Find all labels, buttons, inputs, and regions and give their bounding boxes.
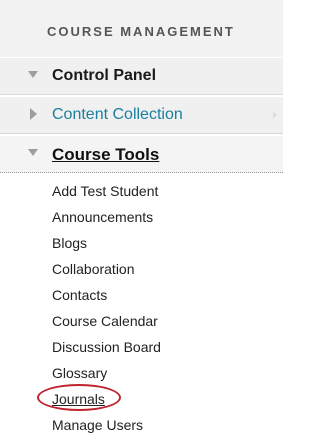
section-control-panel[interactable]: Control Panel bbox=[0, 57, 283, 95]
list-item-blogs[interactable]: Blogs bbox=[52, 230, 161, 256]
section-control-panel-label[interactable]: Control Panel bbox=[52, 67, 156, 85]
list-item-collaboration[interactable]: Collaboration bbox=[52, 256, 161, 282]
chevron-down-icon[interactable] bbox=[28, 71, 38, 78]
chevron-right-icon[interactable] bbox=[30, 108, 37, 120]
list-item-manage-users[interactable]: Manage Users bbox=[52, 412, 161, 438]
list-item-discussion-board[interactable]: Discussion Board bbox=[52, 334, 161, 360]
section-content-collection[interactable]: Content Collection bbox=[0, 96, 283, 134]
panel-header: COURSE MANAGEMENT bbox=[0, 0, 283, 59]
course-tools-list: Add Test Student Announcements Blogs Col… bbox=[52, 178, 161, 438]
course-management-panel: COURSE MANAGEMENT Control Panel Content … bbox=[0, 0, 283, 441]
panel-title: COURSE MANAGEMENT bbox=[47, 24, 235, 39]
list-item-add-test-student[interactable]: Add Test Student bbox=[52, 178, 161, 204]
list-item-journals[interactable]: Journals bbox=[52, 386, 161, 412]
section-course-tools[interactable]: Course Tools bbox=[0, 135, 283, 173]
section-course-tools-label[interactable]: Course Tools bbox=[52, 145, 159, 165]
row-arrow-icon bbox=[273, 111, 277, 119]
list-item-glossary[interactable]: Glossary bbox=[52, 360, 161, 386]
list-item-announcements[interactable]: Announcements bbox=[52, 204, 161, 230]
chevron-down-icon[interactable] bbox=[28, 149, 38, 156]
section-content-collection-label[interactable]: Content Collection bbox=[52, 106, 183, 124]
list-item-course-calendar[interactable]: Course Calendar bbox=[52, 308, 161, 334]
list-item-contacts[interactable]: Contacts bbox=[52, 282, 161, 308]
